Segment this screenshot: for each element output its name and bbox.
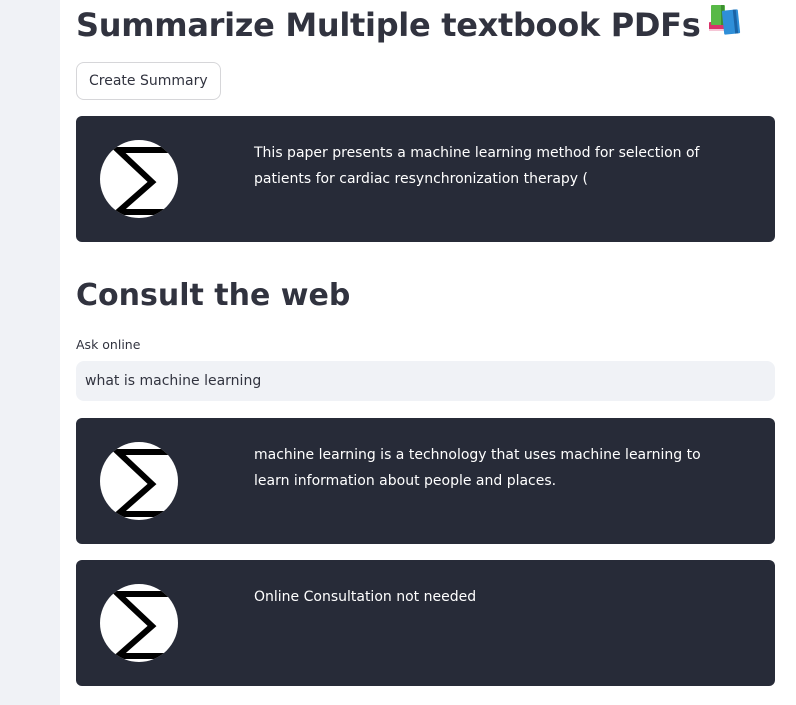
- consultation-status-text: Online Consultation not needed: [254, 589, 477, 605]
- create-summary-button[interactable]: Create Summary: [76, 62, 221, 100]
- summary-response-text: This paper presents a machine learning m…: [254, 145, 700, 187]
- page-title-text: Summarize Multiple textbook PDFs: [76, 6, 701, 44]
- sigma-icon: [100, 584, 178, 662]
- books-icon: [706, 2, 744, 46]
- web-response-text: machine learning is a technology that us…: [254, 447, 701, 489]
- sigma-icon: [100, 140, 178, 218]
- web-response-card: machine learning is a technology that us…: [76, 418, 775, 544]
- sidebar-collapsed: [0, 0, 60, 705]
- ask-online-input[interactable]: [76, 361, 775, 401]
- consultation-status-card: Online Consultation not needed: [76, 560, 775, 686]
- page-title: Summarize Multiple textbook PDFs: [76, 4, 744, 49]
- ask-online-label: Ask online: [76, 337, 141, 352]
- summary-response-card: This paper presents a machine learning m…: [76, 116, 775, 242]
- sigma-icon: [100, 442, 178, 520]
- web-section-heading: Consult the web: [76, 278, 351, 313]
